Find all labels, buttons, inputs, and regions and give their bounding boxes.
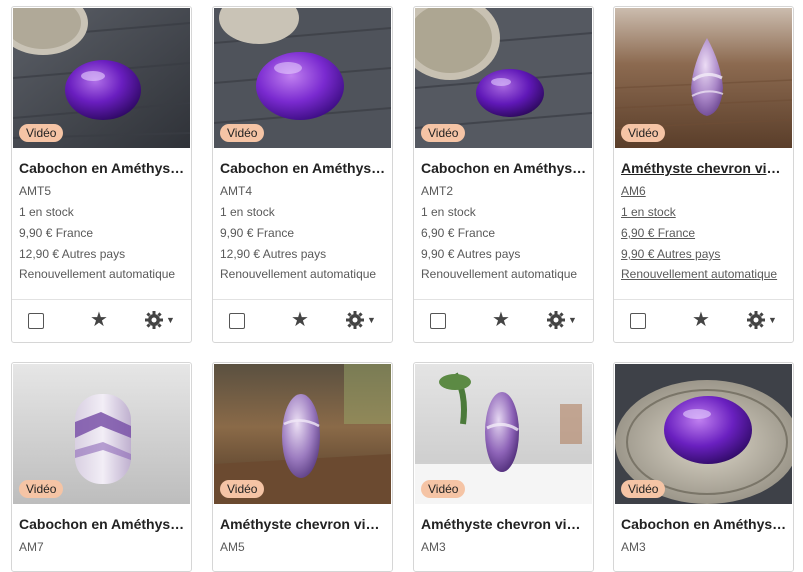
gear-icon	[547, 311, 565, 329]
star-icon[interactable]: ★	[291, 310, 309, 330]
listing-thumbnail[interactable]: Vidéo	[415, 8, 592, 148]
listing-renewal: Renouvellement automatique	[421, 267, 578, 281]
checkbox-icon[interactable]	[229, 313, 245, 329]
gear-icon	[747, 311, 765, 329]
listing-price-other: 12,90 € Autres pays	[220, 247, 327, 261]
listing-title[interactable]: Améthyste chevron violette	[621, 160, 787, 176]
listing-sku: AM3	[621, 540, 646, 554]
card-actions: ★ ▼	[414, 299, 593, 342]
listing-price-france: 9,90 € France	[19, 226, 94, 240]
listing-title[interactable]: Cabochon en Améthyste naturelle	[421, 160, 587, 176]
listing-thumbnail[interactable]: Vidéo	[13, 8, 190, 148]
listing-thumbnail[interactable]: Vidéo	[13, 364, 190, 504]
listing-renewal: Renouvellement automatique	[621, 267, 778, 281]
listing-sku: AM5	[220, 540, 245, 554]
settings-menu-button[interactable]: ▼	[546, 309, 577, 331]
listing-card[interactable]: Vidéo Cabochon en Améthyste naturelle AM…	[613, 362, 794, 572]
listing-stock: 1 en stock	[421, 205, 476, 219]
listing-stock: 1 en stock	[19, 205, 74, 219]
video-badge: Vidéo	[621, 480, 666, 498]
checkbox-icon[interactable]	[430, 313, 446, 329]
listing-price-france: 9,90 € France	[220, 226, 295, 240]
listing-thumbnail[interactable]: Vidéo	[615, 8, 792, 148]
listing-card[interactable]: Vidéo Cabochon en Améthyste naturelle AM…	[11, 6, 192, 343]
listing-thumbnail[interactable]: Vidéo	[214, 8, 391, 148]
card-actions: ★ ▼	[614, 299, 793, 342]
star-icon[interactable]: ★	[90, 310, 108, 330]
listing-title[interactable]: Améthyste chevron violette	[421, 516, 587, 532]
listing-price-other: 12,90 € Autres pays	[19, 247, 126, 261]
listing-title[interactable]: Cabochon en Améthyste naturelle	[621, 516, 787, 532]
listing-card[interactable]: Vidéo Améthyste chevron violette AM6 1 e…	[613, 6, 794, 343]
checkbox-icon[interactable]	[28, 313, 44, 329]
listing-title[interactable]: Améthyste chevron violette	[220, 516, 386, 532]
listing-sku: AM3	[421, 540, 446, 554]
listing-card[interactable]: Vidéo Cabochon en Améthyste naturelle AM…	[413, 6, 594, 343]
card-actions: ★ ▼	[12, 299, 191, 342]
video-badge: Vidéo	[19, 480, 64, 498]
listing-title[interactable]: Cabochon en Améthyste naturelle	[19, 160, 185, 176]
gear-icon	[145, 311, 163, 329]
video-badge: Vidéo	[220, 124, 265, 142]
video-badge: Vidéo	[19, 124, 64, 142]
listing-renewal: Renouvellement automatique	[220, 267, 377, 281]
listing-thumbnail[interactable]: Vidéo	[415, 364, 592, 504]
settings-menu-button[interactable]: ▼	[345, 309, 376, 331]
settings-menu-button[interactable]: ▼	[746, 309, 777, 331]
listing-sku: AMT2	[421, 184, 454, 198]
listing-stock: 1 en stock	[621, 205, 676, 219]
card-actions: ★ ▼	[213, 299, 392, 342]
listing-card[interactable]: Vidéo Cabochon en Améthyste naturelle AM…	[212, 6, 393, 343]
listing-card[interactable]: Vidéo Cabochon en Améthyste chevron AM7	[11, 362, 192, 572]
caret-down-icon: ▼	[166, 315, 175, 325]
listing-sku: AMT4	[220, 184, 253, 198]
caret-down-icon: ▼	[568, 315, 577, 325]
listing-thumbnail[interactable]: Vidéo	[214, 364, 391, 504]
caret-down-icon: ▼	[768, 315, 777, 325]
checkbox-icon[interactable]	[630, 313, 646, 329]
listing-title[interactable]: Cabochon en Améthyste naturelle	[220, 160, 386, 176]
listing-renewal: Renouvellement automatique	[19, 267, 176, 281]
caret-down-icon: ▼	[367, 315, 376, 325]
listing-price-france: 6,90 € France	[621, 226, 696, 240]
video-badge: Vidéo	[421, 480, 466, 498]
listing-sku: AM6	[621, 184, 646, 198]
listing-card[interactable]: Vidéo Améthyste chevron violette AM3	[413, 362, 594, 572]
star-icon[interactable]: ★	[492, 310, 510, 330]
listing-card[interactable]: Vidéo Améthyste chevron violette AM5	[212, 362, 393, 572]
video-badge: Vidéo	[621, 124, 666, 142]
listing-price-other: 9,90 € Autres pays	[421, 247, 521, 261]
listing-sku: AM7	[19, 540, 44, 554]
gear-icon	[346, 311, 364, 329]
listing-price-france: 6,90 € France	[421, 226, 496, 240]
video-badge: Vidéo	[220, 480, 265, 498]
listing-stock: 1 en stock	[220, 205, 275, 219]
listing-sku: AMT5	[19, 184, 52, 198]
settings-menu-button[interactable]: ▼	[144, 309, 175, 331]
video-badge: Vidéo	[421, 124, 466, 142]
listing-price-other: 9,90 € Autres pays	[621, 247, 721, 261]
listing-thumbnail[interactable]: Vidéo	[615, 364, 792, 504]
star-icon[interactable]: ★	[692, 310, 710, 330]
listing-title[interactable]: Cabochon en Améthyste chevron	[19, 516, 185, 532]
